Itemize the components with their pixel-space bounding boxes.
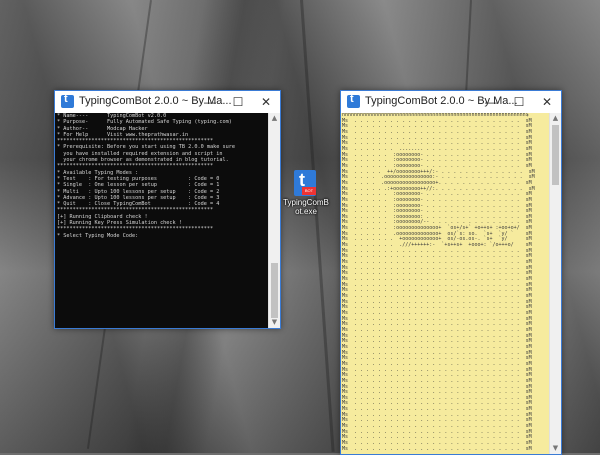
close-button[interactable]: ✕ (252, 91, 280, 113)
console-window-menu[interactable]: TypingComBot 2.0.0 ~ By Ma... — ☐ ✕ * Na… (54, 90, 281, 329)
minimize-button[interactable]: — (196, 91, 224, 113)
console-line: Ms . . . . . . . . . . . . . . . . . . .… (342, 445, 532, 452)
scrollbar[interactable]: ▲ ▼ (268, 113, 280, 328)
typingcombot-icon (347, 93, 360, 108)
typingcombot-icon (61, 93, 74, 108)
desktop-shortcut-typingcombot[interactable]: BOT TypingComBot.exe (281, 170, 331, 220)
scroll-down-arrow-icon[interactable]: ▼ (269, 317, 280, 328)
close-button[interactable]: ✕ (533, 91, 561, 113)
title-bar[interactable]: TypingComBot 2.0.0 ~ By Ma... — ☐ ✕ (55, 91, 280, 113)
scroll-up-arrow-icon[interactable]: ▲ (550, 113, 561, 124)
title-bar[interactable]: TypingComBot 2.0.0 ~ By Ma... — ☐ ✕ (341, 91, 561, 113)
ascii-art-output[interactable]: hhhhhhhhhhhhhhhhhhhhhhhhhhhhhhhhhhhhhhhh… (341, 113, 550, 454)
console-output[interactable]: * Name---- TypingComBot v2.0.0 * Purpose-… (55, 113, 269, 328)
bot-badge: BOT (302, 187, 316, 195)
maximize-button[interactable]: ☐ (224, 91, 252, 113)
scroll-thumb[interactable] (271, 263, 278, 318)
minimize-button[interactable]: — (477, 91, 505, 113)
maximize-button[interactable]: ☐ (505, 91, 533, 113)
scroll-up-arrow-icon[interactable]: ▲ (269, 113, 280, 124)
console-line: * Select Typing Mode Code: (57, 232, 139, 239)
scroll-down-arrow-icon[interactable]: ▼ (550, 443, 561, 454)
scroll-thumb[interactable] (552, 125, 559, 185)
desktop-shortcut-label: TypingComBot.exe (283, 198, 329, 216)
console-window-art[interactable]: TypingComBot 2.0.0 ~ By Ma... — ☐ ✕ hhhh… (340, 90, 562, 455)
scrollbar[interactable]: ▲ ▼ (549, 113, 561, 454)
